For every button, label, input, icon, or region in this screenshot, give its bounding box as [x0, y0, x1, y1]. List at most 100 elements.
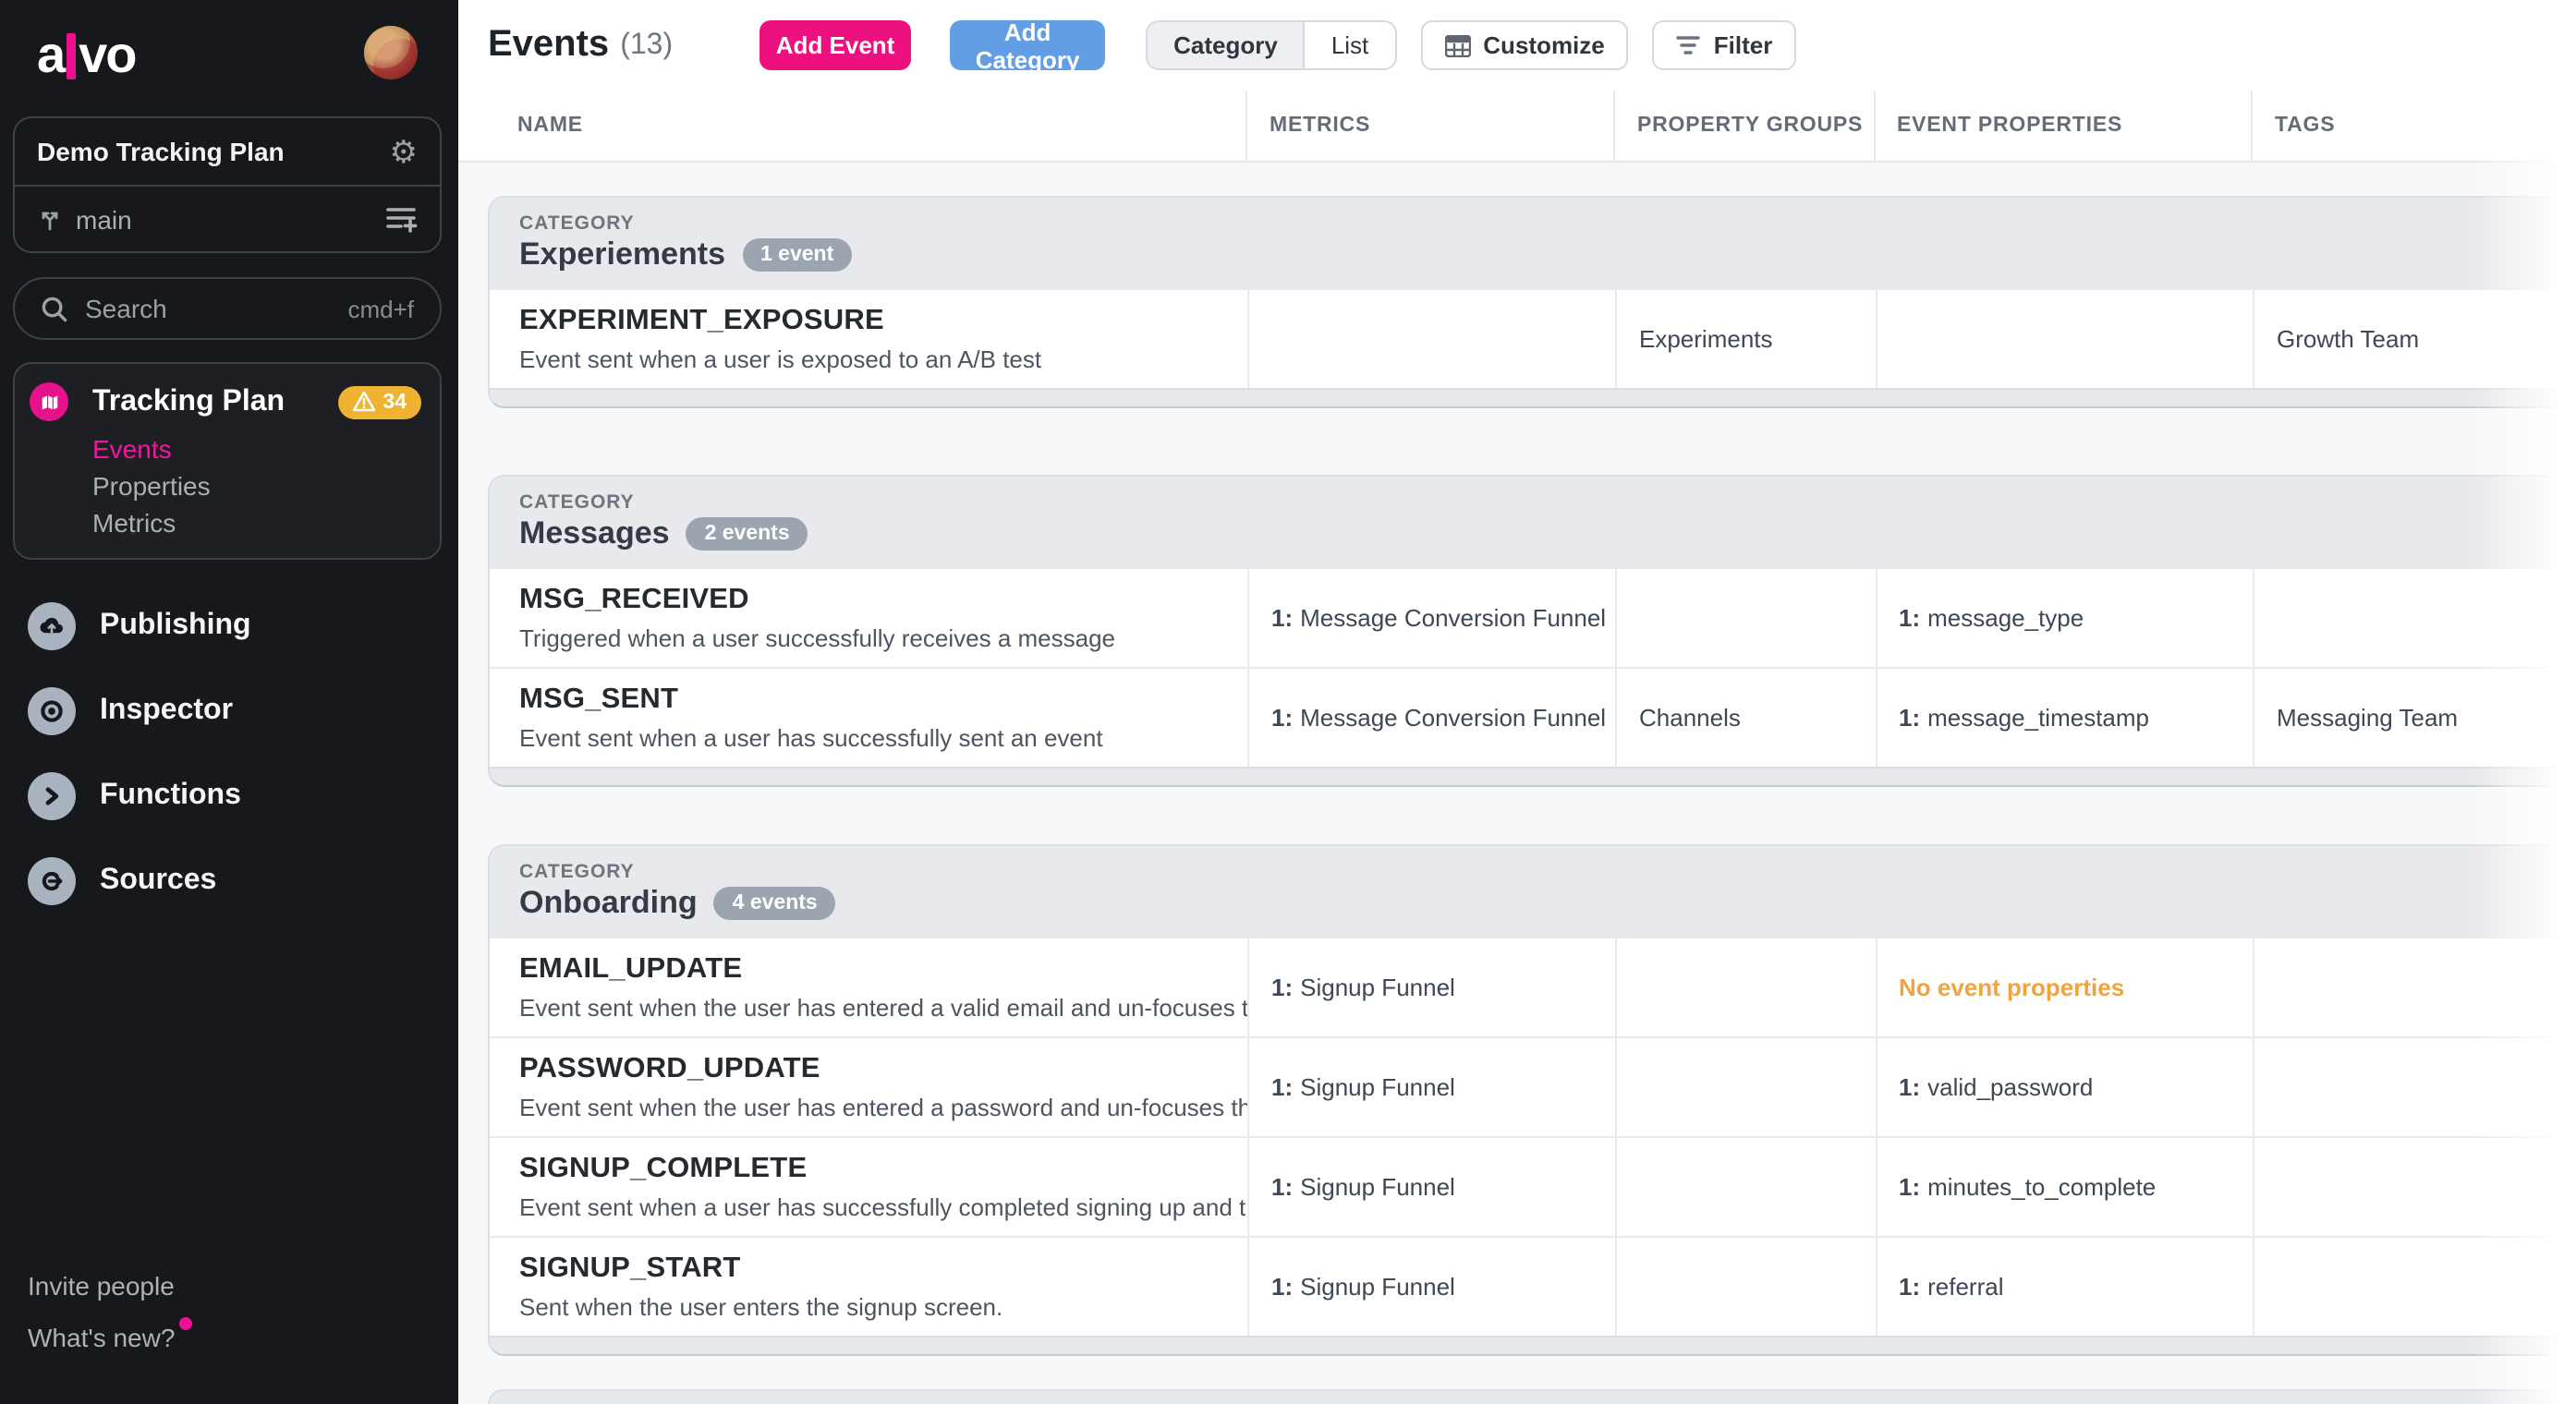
event-property-index: 1:	[1899, 704, 1921, 732]
event-row[interactable]: PASSWORD_UPDATE Event sent when the user…	[490, 1036, 2567, 1136]
category-header[interactable]: CATEGORY Experiements 1 event	[490, 198, 2567, 288]
category-header[interactable]: CATEGORY Onboarding 4 events	[490, 846, 2567, 937]
warning-icon	[353, 392, 376, 412]
logo-pink-bar	[66, 32, 76, 79]
event-description: Event sent when a user has successfully …	[519, 1193, 1247, 1221]
sidebar-item-inspector[interactable]: Inspector	[28, 687, 442, 735]
tracking-plan-icon	[30, 382, 68, 421]
new-branch-icon[interactable]	[386, 205, 418, 233]
event-property-name: minutes_to_complete	[1927, 1173, 2157, 1201]
event-property-index: 1:	[1899, 1073, 1921, 1101]
sidebar-item-tracking-plan[interactable]: Tracking Plan 34	[30, 382, 421, 421]
cloud-upload-icon	[28, 602, 76, 650]
event-property-name: valid_password	[1927, 1073, 2094, 1101]
app-root: a vo Demo Tracking Plan ⚙ main Search cm…	[0, 0, 2576, 1404]
sidebar-item-publishing[interactable]: Publishing	[28, 602, 442, 650]
event-row[interactable]: EMAIL_UPDATE Event sent when the user ha…	[490, 937, 2567, 1036]
event-description: Event sent when a user has successfully …	[519, 724, 1103, 752]
search-shortcut: cmd+f	[347, 295, 414, 322]
event-row[interactable]: SIGNUP_COMPLETE Event sent when a user h…	[490, 1136, 2567, 1236]
event-row[interactable]: MSG_RECEIVED Triggered when a user succe…	[490, 567, 2567, 667]
metric-index: 1:	[1271, 974, 1294, 1001]
event-property-name: referral	[1927, 1273, 2004, 1301]
event-description: Event sent when a user is exposed to an …	[519, 345, 1042, 373]
source-arrow-icon	[28, 857, 76, 905]
event-row[interactable]: SIGNUP_START Sent when the user enters t…	[490, 1236, 2567, 1336]
view-toggle: Category List	[1146, 20, 1397, 70]
branch-icon	[42, 211, 58, 230]
issues-badge[interactable]: 34	[338, 385, 421, 418]
event-row[interactable]: EXPERIMENT_EXPOSURE Event sent when a us…	[490, 288, 2567, 388]
property-group: Channels	[1639, 704, 1741, 732]
event-property-index: 1:	[1899, 604, 1921, 632]
branch-name: main	[76, 204, 132, 234]
metric-name: Signup Funnel	[1300, 1173, 1455, 1201]
branch-selector[interactable]: main	[15, 185, 440, 251]
user-avatar[interactable]	[364, 26, 418, 79]
event-tag: Messaging Team	[2277, 704, 2459, 732]
invite-people-link[interactable]: Invite people	[28, 1271, 175, 1301]
category-name: Experiements	[519, 236, 725, 272]
event-description: Event sent when the user has entered a v…	[519, 994, 1247, 1022]
event-name: MSG_SENT	[519, 684, 679, 715]
category-kind-label: CATEGORY	[519, 861, 635, 883]
sidebar-nav: Publishing Inspector Functions Sources	[28, 602, 442, 942]
section-footer-bar	[490, 1336, 2567, 1354]
sidebar-item-properties[interactable]: Properties	[92, 471, 421, 501]
workspace-name: Demo Tracking Plan	[37, 137, 285, 166]
page-header: Events (13) Add Event Add Category Categ…	[458, 0, 2576, 91]
metric-name: Message Conversion Funnel	[1300, 604, 1607, 632]
main-content: Events (13) Add Event Add Category Categ…	[458, 0, 2576, 1404]
view-toggle-list[interactable]: List	[1306, 22, 1394, 68]
event-tag: Growth Team	[2277, 325, 2420, 353]
whats-new-link[interactable]: What's new?	[28, 1317, 192, 1352]
sidebar-item-label: Functions	[100, 780, 241, 811]
event-name: SIGNUP_COMPLETE	[519, 1153, 808, 1184]
logo-text-left: a	[37, 26, 66, 83]
category-section-onboarding: CATEGORY Onboarding 4 events EMAIL_UPDAT…	[488, 844, 2569, 1356]
chevron-right-icon	[28, 772, 76, 820]
metric-index: 1:	[1271, 704, 1294, 732]
event-property-index: 1:	[1899, 1173, 1921, 1201]
workspace-selector[interactable]: Demo Tracking Plan ⚙	[15, 118, 440, 185]
category-count-badge: 2 events	[686, 517, 808, 551]
add-event-button[interactable]: Add Event	[759, 20, 912, 70]
column-header-event-properties: EVENT PROPERTIES	[1873, 91, 2251, 161]
sidebar-item-label: Publishing	[100, 610, 251, 641]
event-description: Event sent when the user has entered a p…	[519, 1094, 1247, 1121]
column-header-tags: TAGS	[2251, 91, 2576, 161]
settings-gear-icon[interactable]: ⚙	[390, 136, 419, 167]
event-name: EMAIL_UPDATE	[519, 953, 743, 985]
search-placeholder: Search	[85, 294, 167, 323]
sidebar-item-events[interactable]: Events	[92, 434, 421, 464]
target-icon	[28, 687, 76, 735]
category-count-badge: 4 events	[713, 887, 836, 920]
tracking-plan-label: Tracking Plan	[92, 385, 286, 417]
customize-grid-icon	[1444, 34, 1471, 56]
search-input[interactable]: Search cmd+f	[13, 277, 442, 340]
no-event-properties-warning: No event properties	[1899, 974, 2125, 1001]
category-header[interactable]: CATEGORY Messages 2 events	[490, 477, 2567, 567]
category-kind-label: CATEGORY	[519, 212, 635, 235]
view-toggle-category[interactable]: Category	[1148, 22, 1306, 68]
sidebar-item-sources[interactable]: Sources	[28, 857, 442, 905]
add-category-button[interactable]: Add Category	[950, 18, 1106, 73]
sidebar-item-metrics[interactable]: Metrics	[92, 508, 421, 538]
workspace-box: Demo Tracking Plan ⚙ main	[13, 116, 442, 253]
customize-button[interactable]: Customize	[1420, 20, 1629, 70]
event-property-name: message_type	[1927, 604, 2084, 632]
column-header-metrics: METRICS	[1245, 91, 1613, 161]
metric-index: 1:	[1271, 604, 1294, 632]
avo-logo[interactable]: a vo	[37, 26, 138, 85]
section-footer-bar	[490, 767, 2567, 785]
page-title: Events	[488, 24, 610, 65]
event-row[interactable]: MSG_SENT Event sent when a user has succ…	[490, 667, 2567, 767]
tracking-plan-card: Tracking Plan 34 Events Properties Metri…	[13, 362, 442, 560]
sidebar-item-functions[interactable]: Functions	[28, 772, 442, 820]
filter-button[interactable]: Filter	[1652, 20, 1797, 70]
column-header-name: NAME	[517, 115, 583, 137]
event-name: EXPERIMENT_EXPOSURE	[519, 305, 884, 336]
metric-index: 1:	[1271, 1073, 1294, 1101]
page-count: (13)	[620, 29, 674, 60]
metric-index: 1:	[1271, 1173, 1294, 1201]
